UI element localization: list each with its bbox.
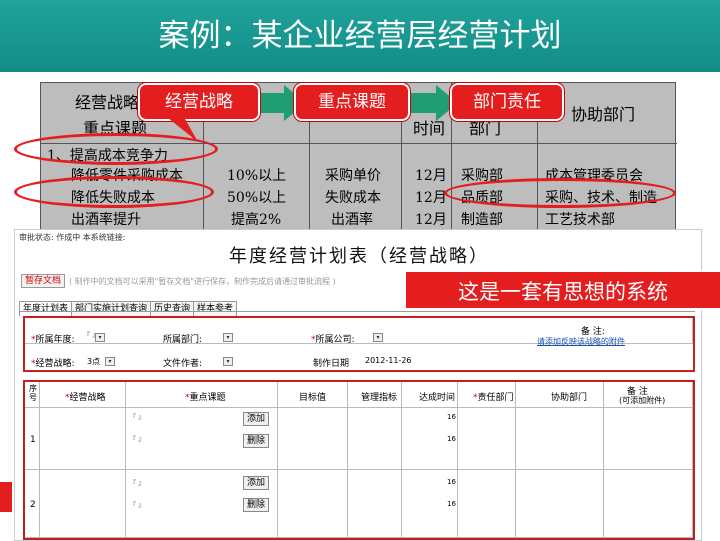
topic-input[interactable]: 『 』 [129,500,145,510]
row-seq: 2 [30,500,36,510]
flow-arrow-shaft [258,93,284,113]
grid-header-seq: 序号 [29,384,37,402]
tab-dept-plan-query[interactable]: 部门实施计划查询 [71,301,152,316]
bg-header-strategy: 经营战略 [75,93,140,112]
grid-header-remarks-note: (可添加附件) [619,396,666,405]
grid-header-strategy: *经营战略 [65,393,106,403]
delete-topic-button[interactable]: 删除 [243,498,269,512]
callout-dept-responsibility: 部门责任 [450,83,564,121]
grid-header-time: 达成时间 [419,393,456,403]
form-title: 年度经营计划表（经营战略） [229,246,489,267]
system-banner: 这是一套有思想的系统 [404,270,720,310]
bg-row-assist: 工艺技术部 [545,212,615,228]
delete-topic-button[interactable]: 删除 [243,434,269,448]
grid-header-dept: *责任部门 [473,393,514,403]
form-tabs: 年度计划表 部门实施计划查询 历史查询 样本参考 [19,296,238,316]
bg-header-assist: 协助部门 [571,105,636,124]
bg-row-topic: 出酒率提升 [71,212,141,228]
time-value[interactable]: 16 [447,413,456,421]
time-value[interactable]: 16 [447,435,456,443]
bg-row-metric: 失败成本 [325,190,381,206]
bg-row-time: 12月 [415,168,447,184]
time-value[interactable]: 16 [447,500,456,508]
dept-label: 所属部门: [163,335,203,345]
highlight-ellipse [14,176,214,208]
temp-save-button[interactable]: 暂存文档 [21,274,66,288]
grid-header-target: 目标值 [299,393,327,403]
time-value[interactable]: 16 [447,478,456,486]
table-row [25,408,693,470]
date-value[interactable]: 2012-11-26 [365,356,412,365]
year-select[interactable]: ▾ [95,333,105,342]
bg-row-metric: 出酒率 [331,212,373,228]
decorative-red-bar [0,482,12,512]
topic-input[interactable]: 『 』 [129,412,145,422]
strategy-select[interactable]: ▾ [105,357,115,366]
table-row [25,470,693,538]
bg-row-target: 提高2% [231,212,282,228]
bg-row-time: 12月 [415,212,447,228]
slide-title: 案例：某企业经营层经营计划 [158,18,562,54]
bg-row-target: 10%以上 [227,168,287,184]
row-seq: 1 [30,435,36,445]
slide-title-banner: 案例：某企业经营层经营计划 [0,0,720,72]
year-label: *所属年度: [31,335,75,345]
grid-header-metric: 管理指标 [361,393,398,403]
company-select[interactable]: ▾ [373,333,383,342]
date-label: 制作日期 [313,359,350,369]
topic-input[interactable]: 『 』 [129,478,145,488]
bg-row-dept: 制造部 [461,212,503,228]
author-select[interactable]: ▾ [223,357,233,366]
strategy-label: *经营战略: [31,359,75,369]
bg-row-time: 12月 [415,190,447,206]
topic-input[interactable]: 『 』 [129,434,145,444]
dept-select[interactable]: ▾ [223,333,233,342]
add-topic-button[interactable]: 添加 [243,412,269,426]
company-label: *所属公司: [311,335,355,345]
flow-arrow-shaft [408,93,438,113]
tab-samples[interactable]: 样本参考 [193,301,238,316]
author-label: 文件作者: [163,359,203,369]
grid-header-topics: *重点课题 [185,393,226,403]
bg-row-target: 50%以上 [227,190,287,206]
highlight-ellipse [444,178,676,208]
grid-header-assist: 协助部门 [551,393,588,403]
tab-annual-plan[interactable]: 年度计划表 [19,301,73,316]
save-hint: ( 制作中的文档可以采用"暂存文档"进行保存，制作完成后请通过审批流程 ) [69,277,336,286]
add-topic-button[interactable]: 添加 [243,476,269,490]
remarks-attachment-link[interactable]: 请添加反映该战略的附件 [537,336,625,347]
tab-history[interactable]: 历史查询 [150,301,195,316]
callout-key-topics: 重点课题 [294,83,410,121]
bg-row-metric: 采购单价 [325,168,381,184]
highlight-ellipse [14,133,218,165]
strategy-value[interactable]: 3点 [87,356,100,367]
